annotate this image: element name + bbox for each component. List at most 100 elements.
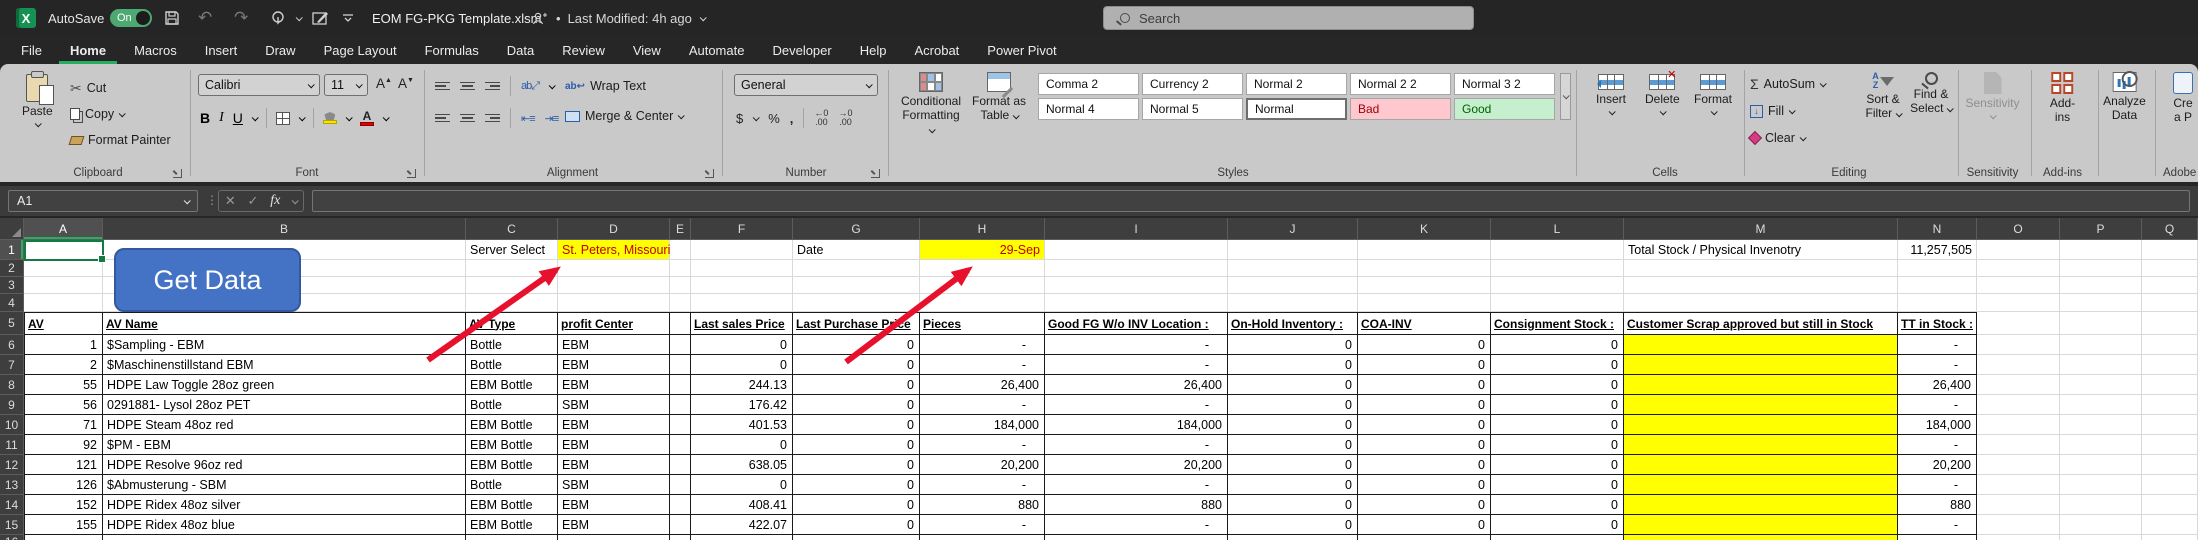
undo-icon[interactable]: ↶ [198, 0, 212, 36]
cell-G1[interactable]: Date [793, 240, 920, 260]
column-header-A[interactable]: A [24, 218, 103, 240]
cell-E7[interactable] [670, 355, 691, 375]
row-header-8[interactable]: 8 [0, 375, 24, 395]
font-dialog-launcher-icon[interactable] [407, 169, 416, 178]
row-header-6[interactable]: 6 [0, 335, 24, 355]
align-middle-icon[interactable] [460, 82, 475, 91]
cell-O7[interactable] [1977, 355, 2060, 375]
cell-J5[interactable]: On-Hold Inventory : [1228, 312, 1358, 335]
cell-P6[interactable] [2060, 335, 2142, 355]
cell-M1[interactable]: Total Stock / Physical Invenotry [1624, 240, 1898, 260]
alignment-dialog-launcher-icon[interactable] [705, 169, 714, 178]
cell-P9[interactable] [2060, 395, 2142, 415]
cell-I12[interactable]: 20,200 [1045, 455, 1228, 475]
currency-format-icon[interactable]: $ [736, 111, 743, 126]
cell-B8[interactable]: HDPE Law Toggle 28oz green [103, 375, 466, 395]
cell-I2[interactable] [1045, 260, 1228, 277]
cell-I10[interactable]: 184,000 [1045, 415, 1228, 435]
cell-O12[interactable] [1977, 455, 2060, 475]
increase-decimal-icon[interactable]: ←0.00 [814, 109, 828, 127]
cell-J7[interactable]: 0 [1228, 355, 1358, 375]
cell-J3[interactable] [1228, 277, 1358, 294]
cell-D11[interactable]: EBM [558, 435, 670, 455]
cell-B12[interactable]: HDPE Resolve 96oz red [103, 455, 466, 475]
cell-Q9[interactable] [2142, 395, 2198, 415]
cell-A9[interactable]: 56 [24, 395, 103, 415]
cell-O2[interactable] [1977, 260, 2060, 277]
cell-Q4[interactable] [2142, 294, 2198, 312]
search-input[interactable]: Search [1103, 6, 1474, 30]
comma-format-icon[interactable]: , [790, 111, 794, 126]
row-header-14[interactable]: 14 [0, 495, 24, 515]
cell-E11[interactable] [670, 435, 691, 455]
cell-P3[interactable] [2060, 277, 2142, 294]
cell-L3[interactable] [1491, 277, 1624, 294]
confirm-entry-icon[interactable]: ✓ [248, 193, 259, 209]
cell-O9[interactable] [1977, 395, 2060, 415]
cell-A7[interactable]: 2 [24, 355, 103, 375]
cell-H10[interactable]: 184,000 [920, 415, 1045, 435]
cell-F10[interactable]: 401.53 [691, 415, 793, 435]
increase-indent-icon[interactable]: ⇥≡ [545, 112, 559, 125]
sort-filter-button[interactable]: AZ Sort &Filter [1860, 72, 1906, 121]
cell-F6[interactable]: 0 [691, 335, 793, 355]
cell-N2[interactable] [1898, 260, 1977, 277]
cell-B13[interactable]: $Abmusterung - SBM [103, 475, 466, 495]
cell-O13[interactable] [1977, 475, 2060, 495]
cell-C10[interactable]: EBM Bottle [466, 415, 558, 435]
row-header-13[interactable]: 13 [0, 475, 24, 495]
cell-C2[interactable] [466, 260, 558, 277]
column-header-J[interactable]: J [1228, 218, 1358, 240]
cell-D2[interactable] [558, 260, 670, 277]
cell-F12[interactable]: 638.05 [691, 455, 793, 475]
cell-L7[interactable]: 0 [1491, 355, 1624, 375]
cell-C6[interactable]: Bottle [466, 335, 558, 355]
ribbon-options-icon[interactable] [342, 0, 354, 36]
get-data-button[interactable]: Get Data [114, 248, 301, 312]
cell-I15[interactable]: - [1045, 515, 1228, 535]
cell-G13[interactable]: 0 [793, 475, 920, 495]
cell-B6[interactable]: $Sampling - EBM [103, 335, 466, 355]
cell-K6[interactable]: 0 [1358, 335, 1491, 355]
cell-Q7[interactable] [2142, 355, 2198, 375]
cell-D10[interactable]: EBM [558, 415, 670, 435]
cell-E9[interactable] [670, 395, 691, 415]
decrease-decimal-icon[interactable]: →0.00 [838, 109, 852, 127]
cell-M9[interactable] [1624, 395, 1898, 415]
cell-N7[interactable]: - [1898, 355, 1977, 375]
styles-gallery-scroll[interactable] [1560, 73, 1571, 120]
cell-C1[interactable]: Server Select [466, 240, 558, 260]
cell-L1[interactable] [1491, 240, 1624, 260]
cell-M13[interactable] [1624, 475, 1898, 495]
cell-I4[interactable] [1045, 294, 1228, 312]
cell-F8[interactable]: 244.13 [691, 375, 793, 395]
cell-D14[interactable]: EBM [558, 495, 670, 515]
fill-button[interactable]: ↓Fill [1750, 99, 1825, 123]
cell-E14[interactable] [670, 495, 691, 515]
cell-F16[interactable] [691, 535, 793, 540]
cell-P8[interactable] [2060, 375, 2142, 395]
cell-L8[interactable]: 0 [1491, 375, 1624, 395]
cell-D4[interactable] [558, 294, 670, 312]
column-header-L[interactable]: L [1491, 218, 1624, 240]
cell-K9[interactable]: 0 [1358, 395, 1491, 415]
cell-L5[interactable]: Consignment Stock : [1491, 312, 1624, 335]
cell-L16[interactable] [1491, 535, 1624, 540]
align-center-icon[interactable] [460, 114, 475, 123]
cell-J13[interactable]: 0 [1228, 475, 1358, 495]
row-header-3[interactable]: 3 [0, 277, 24, 294]
cell-I9[interactable]: - [1045, 395, 1228, 415]
cell-E1[interactable] [670, 240, 691, 260]
font-family-select[interactable]: Calibri [198, 74, 320, 96]
cell-B11[interactable]: $PM - EBM [103, 435, 466, 455]
style-comma-2[interactable]: Comma 2 [1038, 73, 1139, 95]
addins-button[interactable]: Add-ins [2046, 72, 2080, 125]
tab-file[interactable]: File [10, 36, 53, 64]
number-format-select[interactable]: General [734, 74, 878, 96]
cell-D1[interactable]: St. Peters, Missouri [558, 240, 670, 260]
cell-P7[interactable] [2060, 355, 2142, 375]
cell-G6[interactable]: 0 [793, 335, 920, 355]
insert-function-icon[interactable]: fx [270, 193, 280, 209]
cell-H6[interactable]: - [920, 335, 1045, 355]
align-right-icon[interactable] [485, 114, 500, 123]
